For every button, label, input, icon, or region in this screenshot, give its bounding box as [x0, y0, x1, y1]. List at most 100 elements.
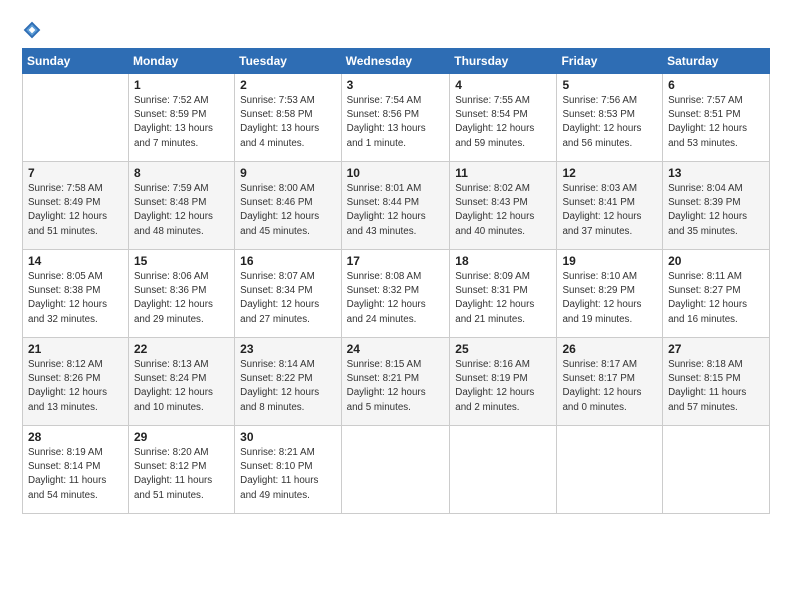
day-number: 18 [455, 254, 551, 268]
day-cell: 1 Sunrise: 7:52 AMSunset: 8:59 PMDaylight… [128, 74, 234, 162]
day-detail: Sunrise: 8:11 AMSunset: 8:27 PMDaylight:… [668, 270, 764, 327]
logo [22, 20, 46, 40]
day-detail: Sunrise: 8:20 AMSunset: 8:12 PMDaylight:… [134, 446, 229, 503]
day-detail: Sunrise: 7:54 AMSunset: 8:56 PMDaylight:… [347, 94, 445, 151]
weekday-header-row: SundayMondayTuesdayWednesdayThursdayFrid… [23, 49, 770, 74]
day-cell: 9 Sunrise: 8:00 AMSunset: 8:46 PMDaylight… [235, 162, 341, 250]
day-number: 27 [668, 342, 764, 356]
day-detail: Sunrise: 7:52 AMSunset: 8:59 PMDaylight:… [134, 94, 229, 151]
day-cell: 25 Sunrise: 8:16 AMSunset: 8:19 PMDayligh… [450, 338, 557, 426]
week-row-5: 28 Sunrise: 8:19 AMSunset: 8:14 PMDayligh… [23, 426, 770, 514]
day-number: 14 [28, 254, 123, 268]
day-detail: Sunrise: 8:15 AMSunset: 8:21 PMDaylight:… [347, 358, 445, 415]
day-cell: 21 Sunrise: 8:12 AMSunset: 8:26 PMDayligh… [23, 338, 129, 426]
day-number: 3 [347, 78, 445, 92]
day-cell: 2Sunrise: 7:53 AMSunset: 8:58 PMDaylight… [235, 74, 341, 162]
day-number: 24 [347, 342, 445, 356]
day-number: 13 [668, 166, 764, 180]
week-row-2: 7Sunrise: 7:58 AMSunset: 8:49 PMDaylight… [23, 162, 770, 250]
day-detail: Sunrise: 8:01 AMSunset: 8:44 PMDaylight:… [347, 182, 445, 239]
day-cell: 24 Sunrise: 8:15 AMSunset: 8:21 PMDayligh… [341, 338, 450, 426]
weekday-header-saturday: Saturday [663, 49, 770, 74]
weekday-header-tuesday: Tuesday [235, 49, 341, 74]
day-detail: Sunrise: 8:00 AMSunset: 8:46 PMDaylight:… [240, 182, 335, 239]
day-cell [23, 74, 129, 162]
day-cell: 12Sunrise: 8:03 AMSunset: 8:41 PMDayligh… [557, 162, 663, 250]
day-detail: Sunrise: 7:55 AMSunset: 8:54 PMDaylight:… [455, 94, 551, 151]
day-number: 21 [28, 342, 123, 356]
logo-icon [22, 20, 42, 40]
day-detail: Sunrise: 7:57 AMSunset: 8:51 PMDaylight:… [668, 94, 764, 151]
day-number: 16 [240, 254, 335, 268]
week-row-3: 14 Sunrise: 8:05 AMSunset: 8:38 PMDayligh… [23, 250, 770, 338]
weekday-header-monday: Monday [128, 49, 234, 74]
day-cell: 28 Sunrise: 8:19 AMSunset: 8:14 PMDayligh… [23, 426, 129, 514]
day-cell: 13 Sunrise: 8:04 AMSunset: 8:39 PMDayligh… [663, 162, 770, 250]
weekday-header-wednesday: Wednesday [341, 49, 450, 74]
page: SundayMondayTuesdayWednesdayThursdayFrid… [0, 0, 792, 612]
day-number: 6 [668, 78, 764, 92]
day-cell: 16Sunrise: 8:07 AMSunset: 8:34 PMDayligh… [235, 250, 341, 338]
day-cell: 11 Sunrise: 8:02 AMSunset: 8:43 PMDayligh… [450, 162, 557, 250]
day-cell: 18Sunrise: 8:09 AMSunset: 8:31 PMDayligh… [450, 250, 557, 338]
day-cell: 17Sunrise: 8:08 AMSunset: 8:32 PMDayligh… [341, 250, 450, 338]
calendar-table: SundayMondayTuesdayWednesdayThursdayFrid… [22, 48, 770, 514]
day-detail: Sunrise: 8:06 AMSunset: 8:36 PMDaylight:… [134, 270, 229, 327]
day-detail: Sunrise: 8:02 AMSunset: 8:43 PMDaylight:… [455, 182, 551, 239]
day-number: 10 [347, 166, 445, 180]
day-number: 5 [562, 78, 657, 92]
day-detail: Sunrise: 7:53 AMSunset: 8:58 PMDaylight:… [240, 94, 335, 151]
day-number: 11 [455, 166, 551, 180]
day-detail: Sunrise: 8:19 AMSunset: 8:14 PMDaylight:… [28, 446, 123, 503]
day-number: 30 [240, 430, 335, 444]
day-number: 9 [240, 166, 335, 180]
day-cell: 30 Sunrise: 8:21 AMSunset: 8:10 PMDayligh… [235, 426, 341, 514]
day-detail: Sunrise: 8:04 AMSunset: 8:39 PMDaylight:… [668, 182, 764, 239]
day-cell: 14 Sunrise: 8:05 AMSunset: 8:38 PMDayligh… [23, 250, 129, 338]
day-number: 7 [28, 166, 123, 180]
day-detail: Sunrise: 8:18 AMSunset: 8:15 PMDaylight:… [668, 358, 764, 415]
week-row-4: 21 Sunrise: 8:12 AMSunset: 8:26 PMDayligh… [23, 338, 770, 426]
day-number: 4 [455, 78, 551, 92]
day-cell: 27 Sunrise: 8:18 AMSunset: 8:15 PMDayligh… [663, 338, 770, 426]
day-cell [341, 426, 450, 514]
day-cell: 10 Sunrise: 8:01 AMSunset: 8:44 PMDayligh… [341, 162, 450, 250]
day-detail: Sunrise: 8:12 AMSunset: 8:26 PMDaylight:… [28, 358, 123, 415]
day-detail: Sunrise: 8:21 AMSunset: 8:10 PMDaylight:… [240, 446, 335, 503]
day-detail: Sunrise: 8:17 AMSunset: 8:17 PMDaylight:… [562, 358, 657, 415]
day-cell [663, 426, 770, 514]
day-number: 23 [240, 342, 335, 356]
weekday-header-thursday: Thursday [450, 49, 557, 74]
day-detail: Sunrise: 8:13 AMSunset: 8:24 PMDaylight:… [134, 358, 229, 415]
day-cell: 23Sunrise: 8:14 AMSunset: 8:22 PMDayligh… [235, 338, 341, 426]
day-cell: 3 Sunrise: 7:54 AMSunset: 8:56 PMDaylight… [341, 74, 450, 162]
day-number: 19 [562, 254, 657, 268]
day-cell: 20Sunrise: 8:11 AMSunset: 8:27 PMDayligh… [663, 250, 770, 338]
day-detail: Sunrise: 8:05 AMSunset: 8:38 PMDaylight:… [28, 270, 123, 327]
day-number: 26 [562, 342, 657, 356]
day-cell: 8 Sunrise: 7:59 AMSunset: 8:48 PMDaylight… [128, 162, 234, 250]
day-cell: 26 Sunrise: 8:17 AMSunset: 8:17 PMDayligh… [557, 338, 663, 426]
day-detail: Sunrise: 7:56 AMSunset: 8:53 PMDaylight:… [562, 94, 657, 151]
day-number: 29 [134, 430, 229, 444]
day-number: 25 [455, 342, 551, 356]
day-number: 22 [134, 342, 229, 356]
day-number: 15 [134, 254, 229, 268]
day-detail: Sunrise: 8:03 AMSunset: 8:41 PMDaylight:… [562, 182, 657, 239]
day-number: 28 [28, 430, 123, 444]
day-number: 8 [134, 166, 229, 180]
day-cell: 15 Sunrise: 8:06 AMSunset: 8:36 PMDayligh… [128, 250, 234, 338]
day-detail: Sunrise: 8:10 AMSunset: 8:29 PMDaylight:… [562, 270, 657, 327]
day-cell: 19 Sunrise: 8:10 AMSunset: 8:29 PMDayligh… [557, 250, 663, 338]
day-number: 17 [347, 254, 445, 268]
day-cell: 4 Sunrise: 7:55 AMSunset: 8:54 PMDaylight… [450, 74, 557, 162]
day-detail: Sunrise: 8:16 AMSunset: 8:19 PMDaylight:… [455, 358, 551, 415]
day-number: 1 [134, 78, 229, 92]
weekday-header-friday: Friday [557, 49, 663, 74]
day-cell: 5 Sunrise: 7:56 AMSunset: 8:53 PMDaylight… [557, 74, 663, 162]
day-detail: Sunrise: 7:59 AMSunset: 8:48 PMDaylight:… [134, 182, 229, 239]
day-cell: 22 Sunrise: 8:13 AMSunset: 8:24 PMDayligh… [128, 338, 234, 426]
day-cell: 29 Sunrise: 8:20 AMSunset: 8:12 PMDayligh… [128, 426, 234, 514]
day-cell: 6 Sunrise: 7:57 AMSunset: 8:51 PMDaylight… [663, 74, 770, 162]
day-cell [557, 426, 663, 514]
